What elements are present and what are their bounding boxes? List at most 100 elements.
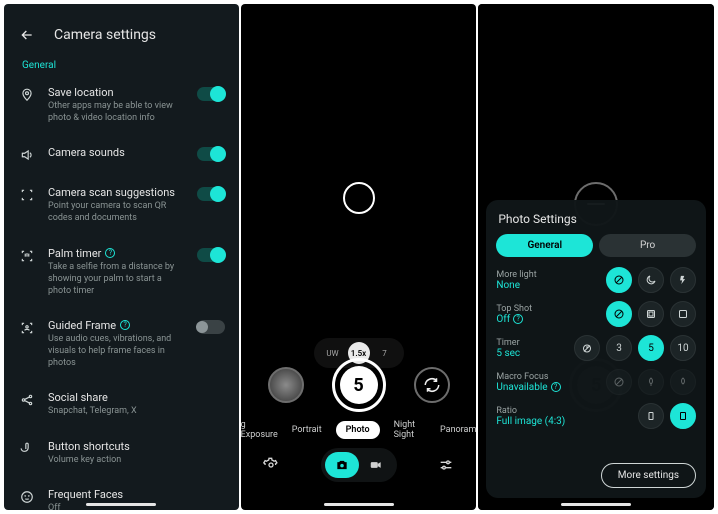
page-title: Camera settings <box>54 27 156 43</box>
share-icon <box>18 391 36 409</box>
item-camera-sounds[interactable]: Camera sounds <box>18 135 225 175</box>
camera-viewfinder-screen: UW 1.5x 7 5 g Exposure Portrait Photo Ni… <box>241 4 477 510</box>
row-value: None <box>496 280 536 291</box>
opt-macro-auto <box>638 369 664 395</box>
opt-timer-10[interactable]: 10 <box>670 335 696 361</box>
scan-icon <box>18 186 36 204</box>
photo-settings-sheet-screen: 5 Photo Settings General Pro More lightN… <box>478 4 714 510</box>
settings-gear-icon[interactable] <box>263 457 279 473</box>
item-social-share[interactable]: Social shareSnapchat, Telegram, X <box>18 380 225 428</box>
opt-auto-icon[interactable] <box>638 301 664 327</box>
more-settings-button[interactable]: More settings <box>601 463 696 488</box>
item-sub: Point your camera to scan QR codes and d… <box>48 200 185 224</box>
opt-timer-3[interactable]: 3 <box>606 335 632 361</box>
item-title: Button shortcuts <box>48 440 225 453</box>
shutter-button[interactable]: 5 <box>332 358 386 412</box>
opt-off-icon[interactable] <box>606 301 632 327</box>
item-sub: Use audio cues, vibrations, and visuals … <box>48 333 185 369</box>
capture-controls: 5 <box>241 358 477 412</box>
item-title: Camera scan suggestions <box>48 186 185 199</box>
section-label: General <box>4 60 239 75</box>
row-macro-focus: Macro FocusUnavailable? <box>496 369 696 395</box>
item-guided-frame[interactable]: Guided Frame?Use audio cues, vibrations,… <box>18 308 225 380</box>
opt-timer-off[interactable] <box>574 335 600 361</box>
opt-flash-icon[interactable] <box>670 267 696 293</box>
help-icon[interactable]: ? <box>105 248 115 258</box>
tab-general[interactable]: General <box>496 234 593 257</box>
row-label: Macro Focus <box>496 372 560 382</box>
row-label: Ratio <box>496 406 565 416</box>
row-ratio: RatioFull image (4:3) <box>496 403 696 429</box>
item-sub: Other apps may be able to view photo & v… <box>48 100 185 124</box>
photo-settings-sheet: Photo Settings General Pro More lightNon… <box>486 200 706 498</box>
face-icon <box>18 488 36 506</box>
photo-video-switch[interactable] <box>321 448 397 482</box>
mode-panorama[interactable]: Panoram <box>440 425 476 435</box>
nav-bar[interactable] <box>324 503 394 506</box>
item-title: Frequent Faces <box>48 488 225 501</box>
mode-portrait[interactable]: Portrait <box>292 425 322 435</box>
item-palm-timer[interactable]: Palm timer?Take a selfie from a distance… <box>18 236 225 308</box>
row-timer: Timer5 sec 3 5 10 <box>496 335 696 361</box>
help-icon[interactable]: ? <box>551 382 561 392</box>
settings-list: Save locationOther apps may be able to v… <box>4 75 239 510</box>
nav-bar[interactable] <box>86 503 156 506</box>
mode-long-exposure[interactable]: g Exposure <box>241 420 278 440</box>
opt-ratio-wide[interactable] <box>638 403 664 429</box>
photo-tab[interactable] <box>325 452 359 478</box>
row-value: Off? <box>496 314 532 325</box>
sheet-title: Photo Settings <box>498 212 696 226</box>
opt-ratio-full[interactable] <box>670 403 696 429</box>
opt-timer-5[interactable]: 5 <box>638 335 664 361</box>
pin-icon <box>18 86 36 104</box>
gesture-icon <box>18 440 36 458</box>
row-value: Unavailable? <box>496 382 560 393</box>
item-scan-suggestions[interactable]: Camera scan suggestionsPoint your camera… <box>18 175 225 235</box>
flip-camera-button[interactable] <box>414 367 450 403</box>
opt-on-icon[interactable] <box>670 301 696 327</box>
timer-count: 5 <box>340 366 378 404</box>
toggle[interactable] <box>197 87 225 101</box>
back-icon[interactable] <box>18 26 36 44</box>
sheet-tabs[interactable]: General Pro <box>496 234 696 257</box>
video-tab[interactable] <box>359 452 393 478</box>
help-icon[interactable]: ? <box>120 320 130 330</box>
gallery-button[interactable] <box>268 367 304 403</box>
row-label: More light <box>496 270 536 280</box>
item-sub: Volume key action <box>48 454 225 466</box>
opt-night-icon[interactable] <box>638 267 664 293</box>
item-title: Social share <box>48 391 225 404</box>
tab-pro[interactable]: Pro <box>599 234 696 257</box>
toggle[interactable] <box>197 147 225 161</box>
item-title: Palm timer? <box>48 247 185 260</box>
item-title: Save location <box>48 86 185 99</box>
header: Camera settings <box>4 4 239 60</box>
mode-night-sight[interactable]: Night Sight <box>394 420 426 440</box>
toggle[interactable] <box>197 320 225 334</box>
focus-ring <box>343 182 375 214</box>
sound-icon <box>18 146 36 164</box>
help-icon[interactable]: ? <box>513 314 523 324</box>
item-button-shortcuts[interactable]: Button shortcutsVolume key action <box>18 429 225 477</box>
opt-macro-on <box>670 369 696 395</box>
row-value: 5 sec <box>496 348 520 359</box>
item-save-location[interactable]: Save locationOther apps may be able to v… <box>18 75 225 135</box>
bottom-bar <box>241 448 477 482</box>
nav-bar[interactable] <box>561 503 631 506</box>
toggle[interactable] <box>197 187 225 201</box>
item-sub: Snapchat, Telegram, X <box>48 405 225 417</box>
mode-strip[interactable]: g Exposure Portrait Photo Night Sight Pa… <box>241 420 477 440</box>
opt-none-icon[interactable] <box>606 267 632 293</box>
row-label: Top Shot <box>496 304 532 314</box>
palm-icon <box>18 247 36 265</box>
toggle[interactable] <box>197 248 225 262</box>
sliders-icon[interactable] <box>438 457 454 473</box>
item-title: Camera sounds <box>48 146 185 159</box>
row-top-shot: Top ShotOff? <box>496 301 696 327</box>
item-title: Guided Frame? <box>48 319 185 332</box>
row-more-light: More lightNone <box>496 267 696 293</box>
row-value: Full image (4:3) <box>496 416 565 427</box>
item-sub: Take a selfie from a distance by showing… <box>48 261 185 297</box>
sheet-rows: More lightNone Top ShotOff? Timer5 sec <box>496 267 696 429</box>
mode-photo[interactable]: Photo <box>336 421 380 439</box>
